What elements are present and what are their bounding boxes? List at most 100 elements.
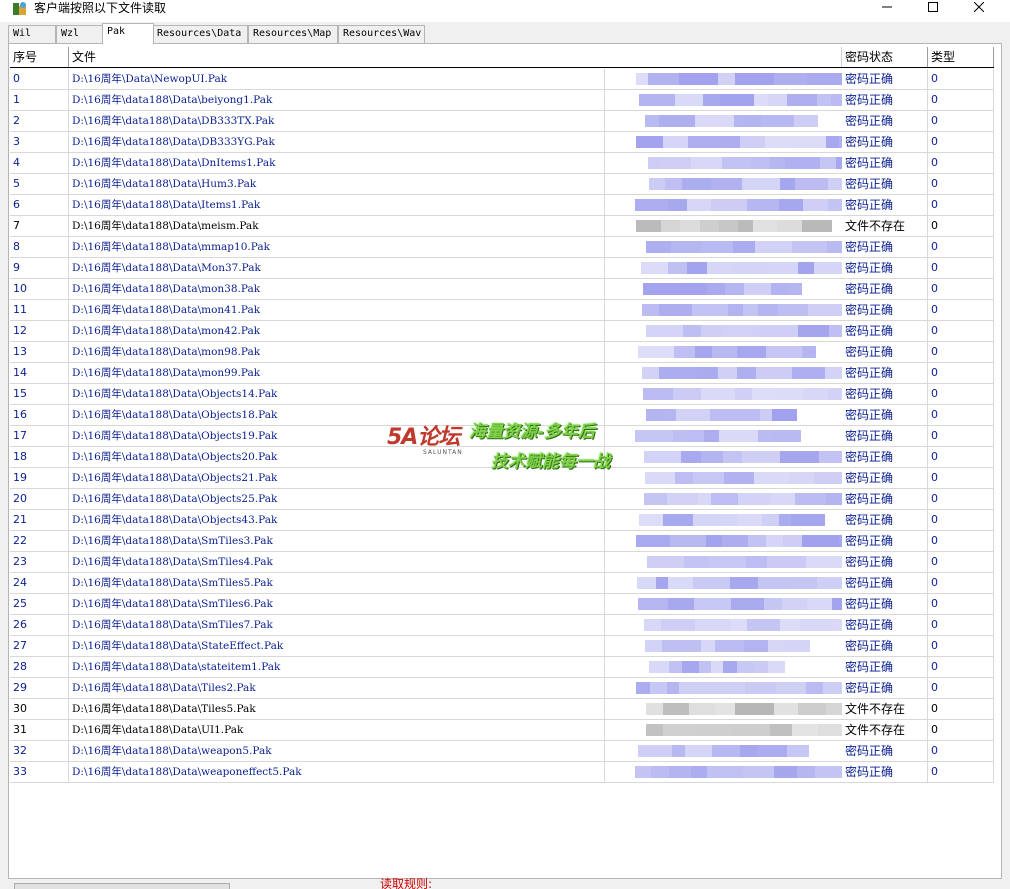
tab-resources-data[interactable]: Resources\Data — [152, 25, 248, 43]
table-row[interactable]: 30 D:\16周年\data188\Data\Tiles5.Pak 文件不存在 0 — [10, 699, 994, 720]
table-row[interactable]: 12 D:\16周年\data188\Data\mon42.Pak 密码正确 0 — [10, 321, 994, 342]
row-index: 10 — [10, 279, 69, 300]
tab-pak[interactable]: Pak — [102, 23, 154, 44]
row-file-path: D:\16周年\data188\Data\SmTiles6.Pak — [69, 594, 605, 615]
row-redacted-cell — [605, 762, 842, 783]
table-row[interactable]: 3 D:\16周年\data188\Data\DB333YG.Pak 密码正确 0 — [10, 132, 994, 153]
redaction-block — [703, 94, 720, 106]
redaction-block — [673, 388, 701, 400]
table-row[interactable]: 31 D:\16周年\data188\Data\UI1.Pak 文件不存在 0 — [10, 720, 994, 741]
table-row[interactable]: 26 D:\16周年\data188\Data\SmTiles7.Pak 密码正确 0 — [10, 615, 994, 636]
redaction-block — [648, 157, 661, 169]
table-row[interactable]: 6 D:\16周年\data188\Data\Items1.Pak 密码正确 0 — [10, 195, 994, 216]
table-row[interactable]: 15 D:\16周年\data188\Data\Objects14.Pak 密码正确… — [10, 384, 994, 405]
table-row[interactable]: 9 D:\16周年\data188\Data\Mon37.Pak 密码正确 0 — [10, 258, 994, 279]
table-row[interactable]: 11 D:\16周年\data188\Data\mon41.Pak 密码正确 0 — [10, 300, 994, 321]
table-row[interactable]: 29 D:\16周年\data188\Data\Tiles2.Pak 密码正确 0 — [10, 678, 994, 699]
tab-resources-wav[interactable]: Resources\Wav — [338, 25, 425, 43]
table-row[interactable]: 17 D:\16周年\data188\Data\Objects19.Pak 密码正确… — [10, 426, 994, 447]
row-index: 30 — [10, 699, 69, 720]
table-row[interactable]: 21 D:\16周年\data188\Data\Objects43.Pak 密码正确… — [10, 510, 994, 531]
table-row[interactable]: 7 D:\16周年\data188\Data\meism.Pak 文件不存在 0 — [10, 216, 994, 237]
redaction-block — [684, 556, 709, 568]
table-row[interactable]: 25 D:\16周年\data188\Data\SmTiles6.Pak 密码正确 0 — [10, 594, 994, 615]
redaction-block — [772, 409, 797, 421]
row-file-path: D:\16周年\data188\Data\mon42.Pak — [69, 321, 605, 342]
redaction-block — [768, 661, 785, 673]
redaction-block — [798, 325, 829, 337]
table-row[interactable]: 32 D:\16周年\data188\Data\weapon5.Pak 密码正确 0 — [10, 741, 994, 762]
redaction-block — [792, 724, 818, 736]
table-row[interactable]: 24 D:\16周年\data188\Data\SmTiles5.Pak 密码正确 0 — [10, 573, 994, 594]
row-file-path: D:\16周年\data188\Data\Objects21.Pak — [69, 468, 605, 489]
table-row[interactable]: 22 D:\16周年\data188\Data\SmTiles3.Pak 密码正确 0 — [10, 531, 994, 552]
redaction-block — [819, 451, 842, 463]
row-file-path: D:\16周年\data188\Data\DB333YG.Pak — [69, 132, 605, 153]
row-redacted-cell — [605, 699, 842, 720]
redaction-block — [693, 514, 719, 526]
redaction-block — [649, 661, 669, 673]
redaction-block — [642, 304, 659, 316]
redaction-block — [720, 94, 754, 106]
minimize-button[interactable] — [864, 0, 910, 14]
row-password-status: 密码正确 — [842, 426, 928, 447]
column-header-status[interactable]: 密码状态 — [842, 47, 928, 68]
table-row[interactable]: 23 D:\16周年\data188\Data\SmTiles4.Pak 密码正确 0 — [10, 552, 994, 573]
close-button[interactable] — [956, 0, 1002, 14]
redaction-block — [777, 220, 802, 232]
row-password-status: 密码正确 — [842, 300, 928, 321]
table-row[interactable]: 2 D:\16周年\data188\Data\DB333TX.Pak 密码正确 0 — [10, 111, 994, 132]
tab-wzl[interactable]: Wzl — [56, 25, 104, 43]
row-password-status: 密码正确 — [842, 447, 928, 468]
bottom-button[interactable] — [14, 883, 230, 889]
redaction-block — [737, 514, 762, 526]
table-row[interactable]: 33 D:\16周年\data188\Data\weaponeffect5.Pak… — [10, 762, 994, 783]
column-header-hidden[interactable] — [605, 47, 842, 68]
row-password-status: 密码正确 — [842, 384, 928, 405]
table-row[interactable]: 1 D:\16周年\data188\Data\beiyong1.Pak 密码正确 0 — [10, 90, 994, 111]
redaction-block — [774, 73, 807, 85]
table-row[interactable]: 13 D:\16周年\data188\Data\mon98.Pak 密码正确 0 — [10, 342, 994, 363]
redaction-block — [829, 325, 842, 337]
row-index: 18 — [10, 447, 69, 468]
table-row[interactable]: 20 D:\16周年\data188\Data\Objects25.Pak 密码正确… — [10, 489, 994, 510]
table-row[interactable]: 8 D:\16周年\data188\Data\mmap10.Pak 密码正确 0 — [10, 237, 994, 258]
redaction-block — [753, 220, 777, 232]
row-index: 9 — [10, 258, 69, 279]
redaction-block — [754, 472, 789, 484]
table-row[interactable]: 27 D:\16周年\data188\Data\StateEffect.Pak 密码… — [10, 636, 994, 657]
redaction-block — [696, 724, 731, 736]
redaction-block — [795, 178, 828, 190]
row-type: 0 — [928, 90, 994, 111]
row-type: 0 — [928, 489, 994, 510]
tab-wil[interactable]: Wil — [8, 25, 56, 43]
header-label: 序号 — [13, 50, 38, 64]
row-type: 0 — [928, 468, 994, 489]
redaction-block — [646, 409, 659, 421]
redaction-block — [722, 136, 740, 148]
row-password-status: 文件不存在 — [842, 216, 928, 237]
table-row[interactable]: 28 D:\16周年\data188\Data\stateitem1.Pak 密码正… — [10, 657, 994, 678]
column-header-file[interactable]: 文件 — [69, 47, 605, 68]
table-row[interactable]: 10 D:\16周年\data188\Data\mon38.Pak 密码正确 0 — [10, 279, 994, 300]
redaction-block — [671, 241, 701, 253]
table-row[interactable]: 19 D:\16周年\data188\Data\Objects21.Pak 密码正确… — [10, 468, 994, 489]
maximize-button[interactable] — [910, 0, 956, 14]
redaction-block — [725, 283, 744, 295]
redaction-block — [681, 451, 701, 463]
redaction-block — [802, 346, 816, 358]
file-list[interactable]: 序号 文件 密码状态 类型 0 D:\16周年\Data\NewopUI.Pak 密… — [10, 45, 1000, 877]
table-row[interactable]: 4 D:\16周年\data188\Data\DnItems1.Pak 密码正确 0 — [10, 153, 994, 174]
column-header-type[interactable]: 类型 — [928, 47, 994, 68]
tab-resources-map[interactable]: Resources\Map — [248, 25, 338, 43]
table-row[interactable]: 0 D:\16周年\Data\NewopUI.Pak 密码正确 0 — [10, 69, 994, 90]
table-row[interactable]: 16 D:\16周年\data188\Data\Objects18.Pak 密码正确… — [10, 405, 994, 426]
table-row[interactable]: 14 D:\16周年\data188\Data\mon99.Pak 密码正确 0 — [10, 363, 994, 384]
redaction-block — [699, 199, 711, 211]
redaction-block — [695, 619, 730, 631]
column-header-index[interactable]: 序号 — [10, 47, 69, 68]
table-row[interactable]: 5 D:\16周年\data188\Data\Hum3.Pak 密码正确 0 — [10, 174, 994, 195]
redaction-block — [723, 661, 737, 673]
redaction-block — [774, 703, 798, 715]
table-row[interactable]: 18 D:\16周年\data188\Data\Objects20.Pak 密码正确… — [10, 447, 994, 468]
